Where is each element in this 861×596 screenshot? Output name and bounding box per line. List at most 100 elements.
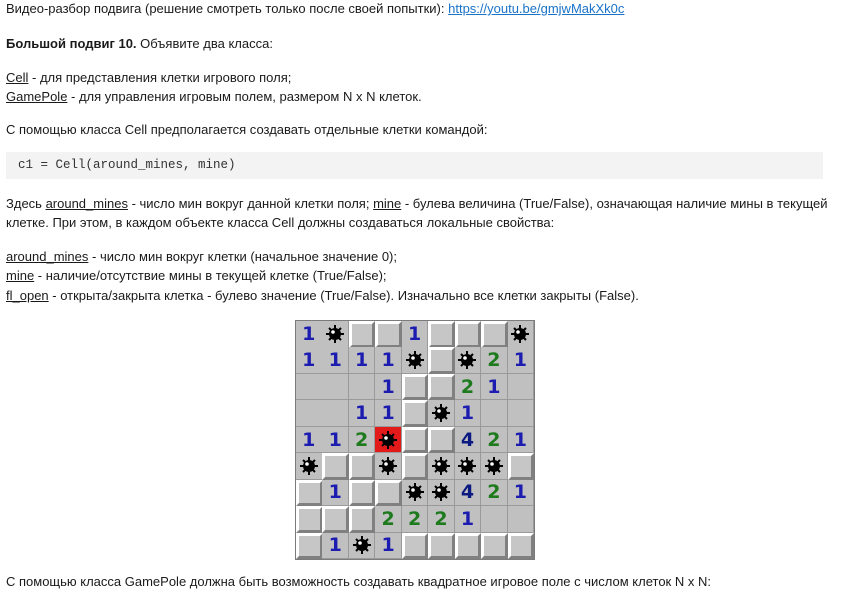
prop-name: mine <box>6 268 35 283</box>
board-cell[interactable]: 1 <box>507 347 535 375</box>
board-cell[interactable] <box>401 373 429 401</box>
board-cell[interactable] <box>428 453 455 480</box>
board-cell[interactable] <box>454 321 482 348</box>
mine-icon <box>458 351 477 370</box>
board-cell[interactable] <box>401 347 429 375</box>
board-cell[interactable]: 1 <box>348 400 376 427</box>
mine-icon <box>484 457 503 476</box>
board-cell[interactable] <box>322 453 350 480</box>
board-cell[interactable] <box>348 373 376 401</box>
board-cell[interactable] <box>348 532 376 560</box>
board-cell[interactable] <box>375 426 402 454</box>
board-cell[interactable] <box>507 506 535 533</box>
board-cell[interactable]: 1 <box>296 426 323 454</box>
board-cell[interactable] <box>481 532 508 560</box>
board-cell[interactable]: 2 <box>481 426 508 454</box>
board-cell[interactable] <box>428 426 455 454</box>
board-cell[interactable]: 1 <box>296 321 323 348</box>
board-cell[interactable]: 2 <box>401 506 429 533</box>
mine-icon <box>511 324 530 343</box>
board-cell[interactable] <box>428 479 455 507</box>
board-cell[interactable] <box>322 506 350 533</box>
board-cell[interactable] <box>428 321 455 348</box>
board-cell[interactable]: 1 <box>375 373 402 401</box>
board-cell[interactable] <box>401 479 429 507</box>
board-cell[interactable] <box>322 373 350 401</box>
board-cell[interactable]: 4 <box>454 426 482 454</box>
board-cell[interactable]: 2 <box>375 506 402 533</box>
mine-icon <box>405 483 424 502</box>
mine-icon <box>432 404 451 423</box>
video-line: Видео-разбор подвига (решение смотреть т… <box>6 0 624 17</box>
board-cell[interactable]: 1 <box>401 321 429 348</box>
class-item-cell: Cell - для представления клетки игрового… <box>6 69 291 86</box>
board-cell[interactable] <box>481 321 508 348</box>
board-cell[interactable] <box>296 400 323 427</box>
board-cell[interactable] <box>322 321 350 348</box>
class-item-gamepole: GamePole - для управления игровым полем,… <box>6 88 422 105</box>
board-cell[interactable]: 2 <box>481 347 508 375</box>
board-cell[interactable]: 2 <box>454 373 482 401</box>
board-cell[interactable] <box>481 400 508 427</box>
board-cell[interactable] <box>401 453 429 480</box>
board-cell[interactable] <box>348 506 376 533</box>
board-cell[interactable] <box>507 373 535 401</box>
board-cell[interactable] <box>507 453 535 480</box>
board-cell[interactable] <box>401 426 429 454</box>
board-cell[interactable]: 1 <box>454 400 482 427</box>
board-cell[interactable]: 1 <box>375 400 402 427</box>
board-cell[interactable] <box>375 479 402 507</box>
board-cell[interactable] <box>375 453 402 480</box>
board-cell[interactable] <box>454 453 482 480</box>
board-cell[interactable] <box>296 479 323 507</box>
explain-start: Здесь <box>6 196 46 211</box>
board-cell[interactable] <box>348 321 376 348</box>
board-cell[interactable] <box>401 400 429 427</box>
board-cell[interactable] <box>428 373 455 401</box>
board-cell[interactable]: 2 <box>348 426 376 454</box>
board-cell[interactable] <box>507 321 535 348</box>
board-cell[interactable]: 1 <box>322 426 350 454</box>
board-cell[interactable]: 1 <box>348 347 376 375</box>
board-cell[interactable] <box>296 453 323 480</box>
cell-intro: С помощью класса Cell предполагается соз… <box>6 122 488 137</box>
board-cell[interactable]: 1 <box>507 479 535 507</box>
board-cell[interactable] <box>428 347 455 375</box>
board-cell[interactable] <box>348 479 376 507</box>
board-cell[interactable]: 1 <box>454 506 482 533</box>
board-cell[interactable]: 4 <box>454 479 482 507</box>
board-cell[interactable] <box>454 347 482 375</box>
board-cell[interactable]: 1 <box>296 347 323 375</box>
board-cell[interactable] <box>348 453 376 480</box>
board-cell[interactable]: 1 <box>322 479 350 507</box>
board-cell[interactable]: 1 <box>322 347 350 375</box>
board-cell[interactable] <box>322 400 350 427</box>
video-link[interactable]: https://youtu.be/gmjwMakXk0c <box>448 1 624 16</box>
board-cell[interactable]: 1 <box>507 426 535 454</box>
board-cell[interactable]: 1 <box>375 532 402 560</box>
board-cell[interactable] <box>401 532 429 560</box>
board-cell[interactable] <box>481 506 508 533</box>
board-cell[interactable]: 2 <box>428 506 455 533</box>
board-cell[interactable]: 1 <box>481 373 508 401</box>
board-cell[interactable] <box>507 532 535 560</box>
board-cell[interactable] <box>296 532 323 560</box>
board-cell[interactable] <box>296 506 323 533</box>
task-title: Большой подвиг 10. Объявите два класса: <box>6 35 273 52</box>
board-cell[interactable] <box>296 373 323 401</box>
board-cell[interactable]: 1 <box>322 532 350 560</box>
mine-icon <box>326 324 345 343</box>
board-cell[interactable] <box>428 400 455 427</box>
board-cell[interactable] <box>454 532 482 560</box>
explain-line-2: клетке. При этом, в каждом объекте класс… <box>6 215 555 230</box>
board-cell[interactable] <box>428 532 455 560</box>
board-cell[interactable] <box>375 321 402 348</box>
board-cell[interactable] <box>481 453 508 480</box>
explain-line-1: Здесь around_mines - число мин вокруг да… <box>6 195 827 212</box>
mine-icon <box>299 457 318 476</box>
prop-fl-open: fl_open - открыта/закрыта клетка - булев… <box>6 287 639 304</box>
class-desc-cell: - для представления клетки игрового поля… <box>28 70 292 85</box>
board-cell[interactable]: 1 <box>375 347 402 375</box>
board-cell[interactable]: 2 <box>481 479 508 507</box>
board-cell[interactable] <box>507 400 535 427</box>
